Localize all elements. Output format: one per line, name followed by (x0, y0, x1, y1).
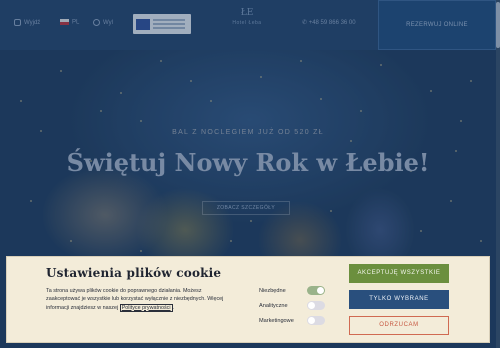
toggle-marketing-label: Marketingowe (259, 318, 294, 324)
scrollbar-thumb[interactable] (496, 2, 500, 48)
necessary-toggle[interactable] (307, 286, 325, 295)
accept-all-button[interactable]: AKCEPTUJĘ WSZYSTKIE (349, 264, 449, 283)
accept-selected-button[interactable]: TYLKO WYBRANE (349, 290, 449, 309)
cookie-description-end: . (172, 304, 175, 311)
page-scrollbar[interactable] (496, 0, 500, 348)
toggle-knob (308, 317, 315, 324)
reject-button[interactable]: ODRZUCAM (349, 316, 449, 335)
toggle-knob (317, 287, 324, 294)
cookie-toggle-analytics: Analityczne (259, 301, 329, 311)
cookie-toggle-necessary: Niezbędne (259, 286, 329, 296)
cookie-settings-modal: Ustawienia plików cookie Ta strona używa… (6, 256, 490, 343)
marketing-toggle[interactable] (307, 316, 325, 325)
privacy-policy-link[interactable]: Polityce prywatności (119, 303, 173, 312)
toggle-necessary-label: Niezbędne (259, 288, 286, 294)
toggle-analytics-label: Analityczne (259, 303, 288, 309)
cookie-modal-title: Ustawienia plików cookie (46, 266, 222, 280)
cookie-modal-description: Ta strona używa plików cookie do poprawn… (46, 287, 226, 312)
analytics-toggle[interactable] (307, 301, 325, 310)
cookie-toggle-marketing: Marketingowe (259, 316, 329, 326)
toggle-knob (308, 302, 315, 309)
